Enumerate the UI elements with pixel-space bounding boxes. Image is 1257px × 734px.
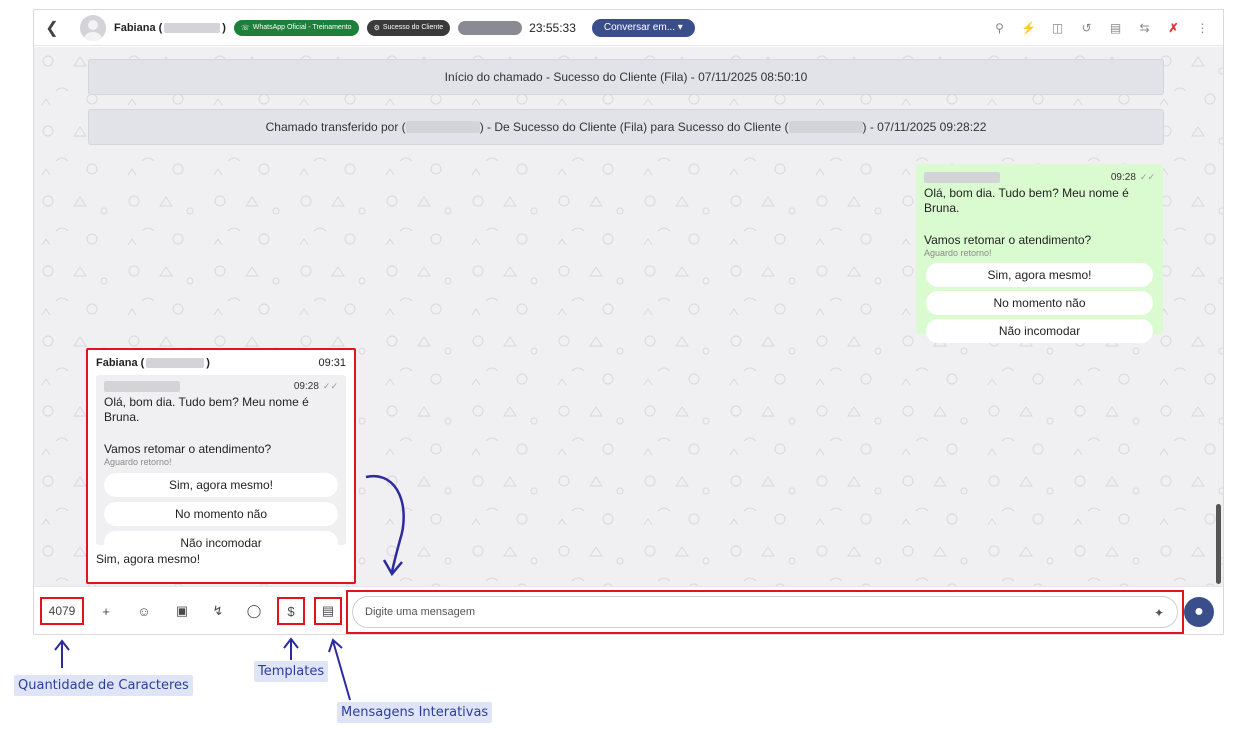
search-icon[interactable]: ⚲: [985, 16, 1014, 40]
incoming-sender-close: ): [206, 357, 210, 369]
redacted-phone-2: [146, 358, 205, 368]
read-ticks-icon: ✓✓: [1139, 172, 1155, 182]
redacted-badge: [458, 20, 523, 35]
templates-arrow: [283, 637, 299, 660]
redacted-agent: [405, 121, 480, 133]
outgoing-message-header: 09:28 ✓✓: [924, 172, 1155, 183]
outgoing-footer: Aguardo retorno!: [924, 248, 992, 258]
incoming-message-header: Fabiana ( ) 09:31: [96, 357, 346, 369]
contact-name: Fabiana ( ): [114, 22, 226, 34]
interactive-arrow: [328, 638, 351, 701]
annotation-templates: Templates: [254, 661, 329, 682]
message-input[interactable]: [352, 596, 1178, 628]
redacted-sender: [924, 172, 1000, 183]
converse-in-button[interactable]: Conversar em... ▾: [591, 18, 695, 37]
interactive-messages-icon[interactable]: ▤: [314, 597, 342, 625]
quoted-footer: Aguardo retorno!: [104, 457, 172, 467]
chat-bubble-icon[interactable]: ◯: [240, 597, 268, 625]
emoji-icon[interactable]: ☺: [130, 597, 158, 625]
end-call-icon[interactable]: ✗: [1159, 16, 1188, 40]
transfer-text-part3: ) - 07/11/2025 09:28:22: [862, 120, 987, 134]
quoted-time: 09:28 ✓✓: [294, 381, 338, 392]
message-input-wrapper: ✦: [346, 590, 1184, 634]
option-button-not-now[interactable]: No momento não: [926, 291, 1153, 315]
chat-messages-area: Início do chamado - Sucesso do Cliente (…: [34, 47, 1223, 588]
chat-scrollbar[interactable]: [1216, 504, 1221, 584]
magic-wand-icon[interactable]: ✦: [1154, 606, 1164, 620]
header-toolbar: ⚲ ⚡ ◫ ↺ ▤ ⇆ ✗ ⋮: [985, 16, 1217, 40]
option-button-yes[interactable]: Sim, agora mesmo!: [926, 263, 1153, 287]
templates-icon[interactable]: $: [277, 597, 305, 625]
quoted-read-ticks-icon: ✓✓: [322, 381, 338, 391]
quoted-option-yes: Sim, agora mesmo!: [104, 473, 338, 497]
char-count-arrow: [54, 639, 70, 668]
annotation-char-count: Quantidade de Caracteres: [14, 675, 193, 696]
quoted-message[interactable]: 09:28 ✓✓ Olá, bom dia. Tudo bem? Meu nom…: [96, 375, 346, 555]
plus-icon[interactable]: +: [92, 597, 120, 625]
calendar-icon[interactable]: ▤: [1101, 16, 1130, 40]
redacted-agent-2: [788, 121, 863, 133]
chat-timer: 23:55:33: [529, 20, 576, 35]
more-icon[interactable]: ⋮: [1188, 16, 1217, 40]
incoming-message: Fabiana ( ) 09:31 09:28 ✓✓ Olá, bom dia.…: [86, 348, 356, 584]
back-button[interactable]: ❮: [34, 10, 70, 46]
quoted-line2: Vamos retomar o atendimento?: [104, 442, 272, 456]
chevron-left-icon: ❮: [45, 19, 59, 37]
plug-icon[interactable]: ⚡: [1014, 16, 1043, 40]
transfer-text-part1: Chamado transferido por (: [265, 120, 406, 134]
queue-label: Sucesso do Cliente: [382, 24, 444, 31]
quoted-time-text: 09:28: [293, 381, 319, 392]
avatar[interactable]: [80, 14, 106, 41]
system-message-transfer: Chamado transferido por ( ) - De Sucesso…: [88, 109, 1164, 145]
incoming-sender: Fabiana ( ): [96, 357, 210, 369]
microphone-button[interactable]: ●: [1184, 597, 1214, 627]
columns-icon[interactable]: ◫: [1043, 16, 1072, 40]
incoming-reply-text: Sim, agora mesmo!: [96, 552, 201, 566]
annotation-interactive-messages: Mensagens Interativas: [337, 702, 493, 723]
outgoing-time: 09:28 ✓✓: [1111, 172, 1155, 183]
queue-badge: ⚙ Sucesso do Cliente: [366, 19, 451, 36]
incoming-time: 09:31: [318, 357, 346, 369]
chat-window: ❮ Fabiana ( ) ☏ WhatsApp Oficial - Trein…: [33, 9, 1224, 635]
system-message-start-text: Início do chamado - Sucesso do Cliente (…: [444, 70, 808, 84]
contact-name-text: Fabiana (: [114, 21, 163, 34]
quoted-option-not-now: No momento não: [104, 502, 338, 526]
whatsapp-channel-label: WhatsApp Oficial - Treinamento: [252, 24, 352, 31]
quoted-line1: Olá, bom dia. Tudo bem? Meu nome é Bruna…: [104, 395, 309, 424]
chat-header: ❮ Fabiana ( ) ☏ WhatsApp Oficial - Trein…: [34, 10, 1223, 46]
system-message-start: Início do chamado - Sucesso do Cliente (…: [88, 59, 1164, 95]
sticker-icon[interactable]: ▣: [168, 597, 196, 625]
composer-bar: 4079 + ☺ ▣ ↯ ◯ $ ▤ ✦ ●: [34, 586, 1223, 634]
outgoing-message: 09:28 ✓✓ Olá, bom dia. Tudo bem? Meu nom…: [916, 164, 1163, 343]
transfer-icon[interactable]: ⇆: [1130, 16, 1159, 40]
quick-reply-icon[interactable]: ↯: [204, 597, 232, 625]
redacted-phone: [164, 22, 221, 33]
outgoing-line1: Olá, bom dia. Tudo bem? Meu nome é Bruna…: [924, 186, 1129, 215]
outgoing-line2: Vamos retomar o atendimento?: [924, 233, 1092, 247]
microphone-icon: ●: [1194, 603, 1204, 620]
contact-name-close: ): [222, 21, 226, 34]
history-icon[interactable]: ↺: [1072, 16, 1101, 40]
whatsapp-icon: ☏: [240, 24, 250, 32]
character-count: 4079: [40, 597, 84, 625]
outgoing-time-text: 09:28: [1110, 172, 1136, 183]
whatsapp-channel-badge: ☏ WhatsApp Oficial - Treinamento: [233, 19, 359, 36]
redacted-quoted-sender: [104, 381, 180, 392]
incoming-sender-text: Fabiana (: [96, 357, 145, 369]
quoted-message-header: 09:28 ✓✓: [104, 381, 338, 392]
queue-icon: ⚙: [373, 24, 380, 32]
option-button-do-not-disturb[interactable]: Não incomodar: [926, 319, 1153, 343]
transfer-text-part2: ) - De Sucesso do Cliente (Fila) para Su…: [479, 120, 789, 134]
